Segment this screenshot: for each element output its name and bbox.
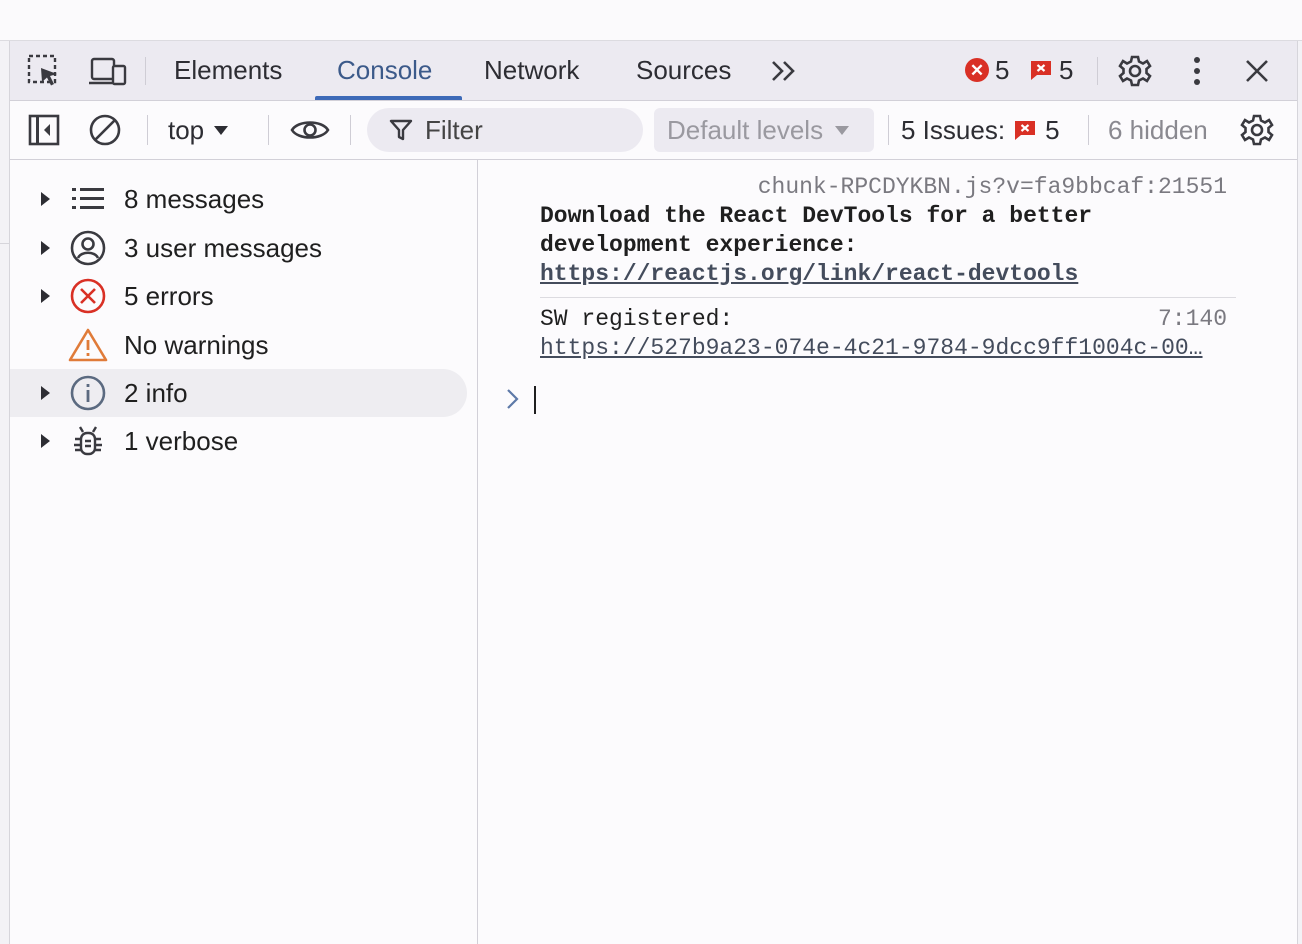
react-devtools-link[interactable]: https://reactjs.org/link/react-devtools (540, 261, 1078, 287)
console-output: chunk-RPCDYKBN.js?v=fa9bbcaf:21551 Downl… (478, 160, 1297, 944)
tabbar-separator (145, 57, 146, 85)
browser-page-strip (0, 0, 1302, 41)
issues-count: 5 (1045, 114, 1060, 145)
issues-label: 5 Issues: (901, 114, 1006, 145)
console-message-link-row: https://527b9a23-074e-4c21-9784-9dcc9ff1… (540, 334, 1240, 363)
expand-arrow-icon[interactable] (41, 241, 50, 255)
close-icon[interactable] (1240, 55, 1274, 87)
more-options-icon[interactable] (1182, 53, 1212, 89)
console-sidebar: 8 messages 3 user messages 5 errors No w… (10, 160, 478, 944)
hidden-count: 6 hidden (1108, 114, 1208, 145)
page-edge-left (0, 41, 10, 944)
page-edge-notch (0, 199, 9, 244)
message-divider (540, 297, 1236, 298)
devtools-panel: Elements Console Network Sources ✕ 5 5 t… (10, 41, 1297, 944)
error-count: 5 (995, 54, 1010, 85)
inspect-element-icon[interactable] (26, 53, 62, 89)
chevron-down-icon (835, 125, 850, 135)
list-icon (68, 179, 108, 219)
issue-count: 5 (1059, 54, 1074, 85)
warning-icon (68, 325, 108, 365)
sidebar-item-user-messages[interactable]: 3 user messages (10, 224, 467, 272)
tab-sources[interactable]: Sources (636, 41, 731, 100)
console-prompt-chevron-icon (507, 389, 519, 409)
settings-gear-icon[interactable] (1117, 53, 1153, 89)
message-source-link[interactable]: chunk-RPCDYKBN.js?v=fa9bbcaf:21551 (758, 174, 1227, 200)
tab-network[interactable]: Network (484, 41, 579, 100)
expand-arrow-icon[interactable] (41, 386, 50, 400)
tab-console[interactable]: Console (337, 41, 432, 100)
issue-flag-icon (1015, 121, 1036, 140)
sidebar-item-errors[interactable]: 5 errors (10, 272, 467, 320)
clear-console-icon[interactable] (87, 112, 123, 148)
tabbar-separator-2 (1097, 57, 1098, 85)
filter-input[interactable]: Filter (367, 108, 643, 152)
info-icon (68, 373, 108, 413)
context-label: top (168, 114, 205, 145)
expand-arrow-icon[interactable] (41, 289, 50, 303)
user-icon (68, 228, 108, 268)
toolbar-separator-3 (350, 115, 351, 145)
expand-arrow-icon[interactable] (41, 434, 50, 448)
console-message-text: SW registered: (540, 306, 734, 332)
console-toolbar: top Filter Default levels 5 Issues: 5 6 … (10, 101, 1297, 160)
bug-icon (68, 421, 108, 461)
device-toolbar-icon[interactable] (88, 53, 128, 89)
page-edge-right (1297, 41, 1302, 944)
message-source-link[interactable]: 7:140 (1158, 306, 1227, 332)
sidebar-item-label: 5 errors (124, 280, 214, 311)
sidebar-item-messages[interactable]: 8 messages (10, 175, 467, 223)
live-expression-eye-icon[interactable] (288, 112, 332, 148)
active-tab-indicator (315, 96, 462, 100)
filter-icon (389, 119, 413, 141)
sidebar-item-label: 1 verbose (124, 425, 239, 456)
sw-registered-link[interactable]: https://527b9a23-074e-4c21-9784-9dcc9ff1… (540, 335, 1203, 361)
context-selector[interactable]: top (168, 111, 229, 149)
sidebar-item-label: 8 messages (124, 183, 265, 214)
console-input-caret[interactable] (534, 386, 536, 414)
levels-label: Default levels (667, 114, 824, 145)
expand-arrow-icon[interactable] (41, 192, 50, 206)
devtools-tabbar: Elements Console Network Sources ✕ 5 5 (10, 41, 1297, 101)
show-sidebar-icon[interactable] (26, 112, 62, 148)
issue-flag-icon (1031, 61, 1051, 80)
error-icon: ✕ (965, 58, 989, 82)
log-levels-dropdown[interactable]: Default levels (654, 108, 874, 152)
console-message-link-row: https://reactjs.org/link/react-devtools (540, 260, 1078, 289)
sidebar-item-label: No warnings (124, 329, 269, 360)
filter-placeholder: Filter (425, 114, 483, 145)
sidebar-item-warnings[interactable]: No warnings (10, 321, 467, 369)
issue-counter[interactable]: 5 (1029, 55, 1073, 85)
tab-elements[interactable]: Elements (174, 41, 282, 100)
chevron-down-icon (214, 125, 229, 135)
error-icon (68, 276, 108, 316)
sidebar-item-label: 3 user messages (124, 232, 322, 263)
console-message-text: Download the React DevTools for a better (540, 203, 1093, 229)
toolbar-separator (147, 115, 148, 145)
toolbar-separator-2 (268, 115, 269, 145)
issues-button[interactable]: 5 Issues: 5 (901, 108, 1060, 152)
console-settings-gear-icon[interactable] (1238, 111, 1276, 149)
console-message-text: development experience: (540, 232, 858, 258)
sidebar-item-verbose[interactable]: 1 verbose (10, 417, 467, 465)
more-tabs-icon[interactable] (768, 55, 800, 87)
sidebar-item-info[interactable]: 2 info (10, 369, 467, 417)
error-counter[interactable]: ✕ 5 (965, 55, 1009, 85)
toolbar-separator-4 (888, 115, 889, 145)
toolbar-separator-5 (1088, 115, 1089, 145)
sidebar-item-label: 2 info (124, 377, 188, 408)
